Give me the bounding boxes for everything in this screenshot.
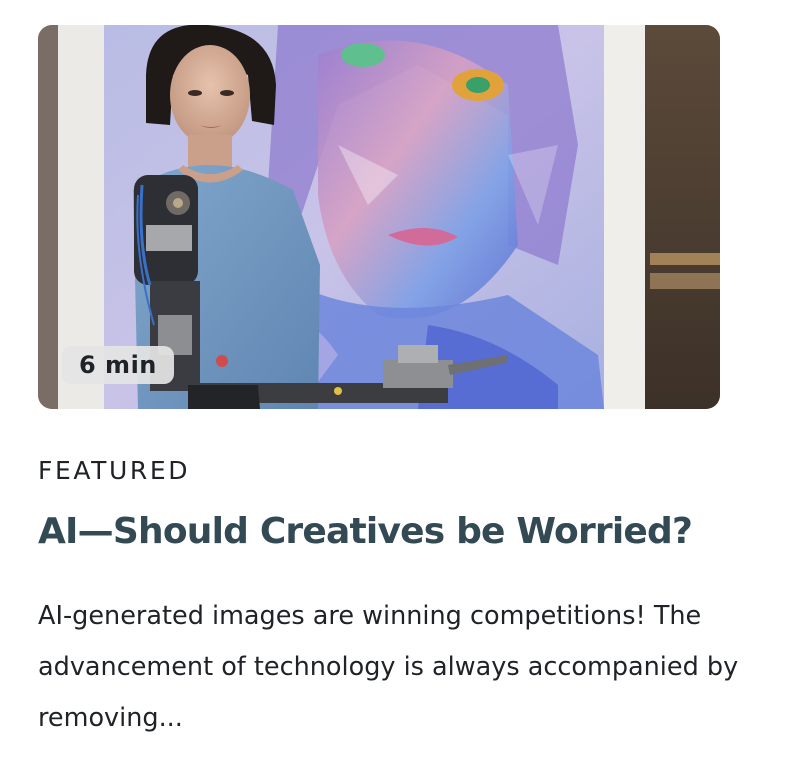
article-title-link[interactable]: AI—Should Creatives be Worried? [38,507,693,557]
article-thumbnail[interactable]: 6 min [38,25,720,409]
article-excerpt: AI-generated images are winning competit… [38,601,739,733]
read-time-badge: 6 min [62,346,174,384]
article-card: 6 min FEATURED AI—Should Creatives be Wo… [38,25,738,733]
article-category: FEATURED [38,456,191,485]
